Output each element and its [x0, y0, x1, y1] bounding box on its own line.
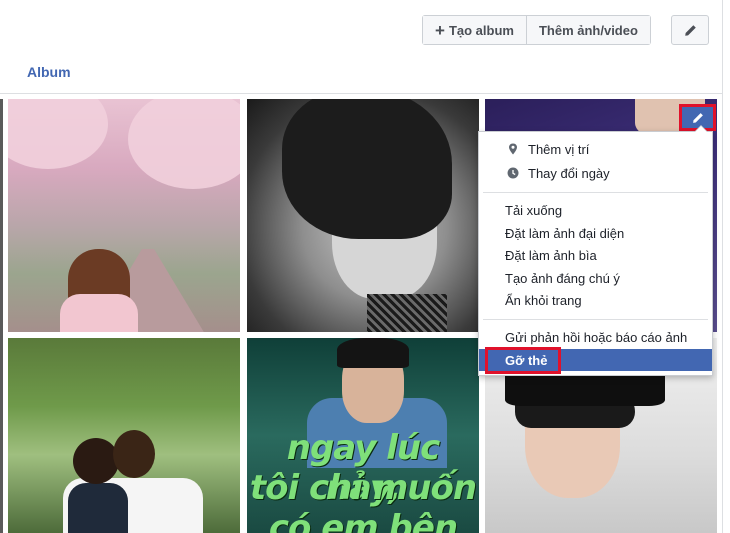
- boy-head: [113, 430, 155, 478]
- add-photo-video-button[interactable]: Thêm ảnh/video: [525, 16, 650, 44]
- menu-item-report-photo[interactable]: Gửi phản hồi hoặc báo cáo ảnh: [479, 326, 712, 348]
- menu-item-set-cover-photo[interactable]: Đặt làm ảnh bìa: [479, 244, 712, 266]
- edit-album-button[interactable]: [671, 15, 709, 45]
- menu-caret-fill: [695, 126, 707, 132]
- plus-icon: +: [435, 20, 445, 40]
- menu-item-label: Thay đổi ngày: [528, 165, 610, 181]
- photo-cherry-blossom-girl[interactable]: [8, 99, 240, 332]
- clock-icon: [507, 167, 519, 179]
- pencil-icon: [684, 24, 696, 36]
- menu-item-download[interactable]: Tải xuống: [479, 199, 712, 221]
- menu-item-label: Đặt làm ảnh bìa: [505, 247, 597, 263]
- create-album-button[interactable]: + Tạo album: [423, 16, 526, 44]
- create-album-label: Tạo album: [448, 22, 514, 38]
- location-pin-icon: [509, 143, 517, 155]
- tab-album[interactable]: Album: [27, 64, 71, 80]
- menu-item-add-location[interactable]: Thêm vị trí: [479, 138, 712, 160]
- menu-item-label: Tải xuống: [505, 202, 563, 218]
- menu-item-label: Gửi phản hồi hoặc báo cáo ảnh: [505, 329, 688, 345]
- girl-head: [73, 438, 119, 484]
- menu-item-set-profile-picture[interactable]: Đặt làm ảnh đại diện: [479, 222, 712, 244]
- girl-outfit: [68, 483, 128, 533]
- menu-item-label: Gỡ thẻ: [505, 352, 548, 368]
- portrait-shirt: [367, 294, 447, 332]
- pencil-icon: [692, 112, 703, 123]
- photo-bw-portrait[interactable]: [247, 99, 479, 332]
- blossom-tree: [8, 99, 108, 169]
- menu-separator: [483, 319, 708, 320]
- menu-item-remove-tag[interactable]: Gỡ thẻ: [479, 349, 712, 371]
- photo-couple-park[interactable]: [8, 338, 240, 533]
- add-photo-video-label: Thêm ảnh/video: [538, 22, 638, 38]
- man-hair: [337, 338, 409, 368]
- content-border: [722, 0, 723, 533]
- portrait-hair: [282, 99, 452, 239]
- previous-photo-edge: [0, 99, 3, 533]
- lyric-line-3: có em bên: [268, 508, 458, 533]
- menu-item-label: Đặt làm ảnh đại diện: [505, 225, 625, 241]
- photo-options-menu: Thêm vị trí Thay đổi ngày Tải xuống Đặt …: [478, 126, 713, 376]
- menu-item-label: Tạo ảnh đáng chú ý: [505, 270, 620, 286]
- blossom-tree: [128, 99, 240, 189]
- menu-item-label: Thêm vị trí: [528, 141, 590, 157]
- menu-item-hide-from-page[interactable]: Ẩn khỏi trang: [479, 289, 712, 311]
- menu-item-change-date[interactable]: Thay đổi ngày: [479, 162, 712, 184]
- tab-divider: [0, 93, 722, 94]
- photo-lyrics-quote[interactable]: ngay lúc này, tôi chỉ muốn có em bên: [247, 338, 479, 533]
- girl-jacket: [60, 294, 138, 332]
- menu-item-label: Ẩn khỏi trang: [505, 292, 582, 308]
- menu-separator: [483, 192, 708, 193]
- menu-item-feature-photo[interactable]: Tạo ảnh đáng chú ý: [479, 267, 712, 289]
- photos-page: + Tạo album Thêm ảnh/video Album ngay lú…: [0, 0, 730, 533]
- album-actions: + Tạo album Thêm ảnh/video: [422, 15, 651, 45]
- lyric-line-2: tôi chỉ muốn: [249, 468, 477, 508]
